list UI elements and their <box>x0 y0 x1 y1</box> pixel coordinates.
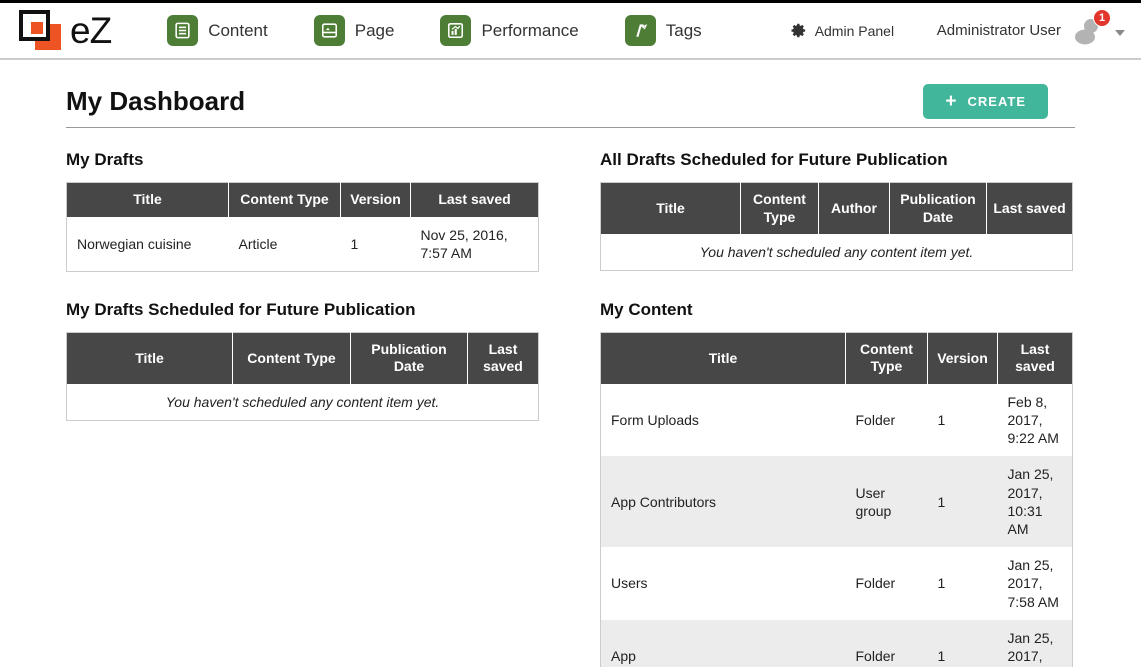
user-menu[interactable]: Administrator User 1 <box>937 16 1125 46</box>
performance-icon <box>440 15 471 46</box>
section-my-drafts: My Drafts Title Content Type Version Las… <box>66 150 539 272</box>
nav-item-label: Performance <box>481 21 578 41</box>
table-header-row: Title Content Type Version Last saved <box>601 332 1073 384</box>
column-header: Content Type <box>741 183 819 235</box>
cell-version: 1 <box>341 217 411 272</box>
nav-item-tags[interactable]: Tags <box>625 15 702 46</box>
cell-title: App Contributors <box>601 456 846 547</box>
column-header: Title <box>601 183 741 235</box>
cell-last-saved: Nov 25, 2016, 7:57 AM <box>411 217 539 272</box>
cell-content-type: Folder <box>846 384 928 457</box>
column-header: Title <box>601 332 846 384</box>
cell-last-saved: Jan 25, 2017, 7:58 AM <box>998 547 1073 620</box>
cell-title: Users <box>601 547 846 620</box>
cell-title: App <box>601 620 846 667</box>
table-header-row: Title Content Type Author Publication Da… <box>601 183 1073 235</box>
cell-version: 1 <box>928 384 998 457</box>
cell-last-saved: Jan 25, 2017, 7:55 AM <box>998 620 1073 667</box>
cell-content-type: Folder <box>846 547 928 620</box>
cell-content-type: Folder <box>846 620 928 667</box>
page-icon <box>314 15 345 46</box>
table-row[interactable]: Users Folder 1 Jan 25, 2017, 7:58 AM <box>601 547 1073 620</box>
chevron-down-icon <box>1115 30 1125 36</box>
empty-row: You haven't scheduled any content item y… <box>601 234 1073 271</box>
plus-icon: + <box>945 95 957 108</box>
my-drafts-table: Title Content Type Version Last saved No… <box>66 182 539 272</box>
cell-title: Norwegian cuisine <box>67 217 229 272</box>
section-all-drafts-scheduled: All Drafts Scheduled for Future Publicat… <box>600 150 1073 271</box>
dashboard-content: My Dashboard + CREATE My Drafts Title Co… <box>0 60 1141 667</box>
cell-last-saved: Feb 8, 2017, 9:22 AM <box>998 384 1073 457</box>
avatar: 1 <box>1071 16 1105 46</box>
column-header: Last saved <box>411 183 539 217</box>
admin-panel-label: Admin Panel <box>815 23 894 39</box>
dashboard-grid: My Drafts Title Content Type Version Las… <box>66 150 1075 667</box>
empty-message: You haven't scheduled any content item y… <box>67 384 539 421</box>
section-title: My Drafts <box>66 150 539 170</box>
main-nav: Content Page Performance Tags <box>167 15 702 46</box>
table-row[interactable]: App Folder 1 Jan 25, 2017, 7:55 AM <box>601 620 1073 667</box>
section-title: My Drafts Scheduled for Future Publicati… <box>66 300 539 320</box>
nav-item-label: Content <box>208 21 268 41</box>
my-content-table: Title Content Type Version Last saved Fo… <box>600 332 1073 667</box>
table-row[interactable]: Norwegian cuisine Article 1 Nov 25, 2016… <box>67 217 539 272</box>
table-row[interactable]: App Contributors User group 1 Jan 25, 20… <box>601 456 1073 547</box>
cell-last-saved: Jan 25, 2017, 10:31 AM <box>998 456 1073 547</box>
column-header: Version <box>341 183 411 217</box>
user-name: Administrator User <box>937 22 1061 39</box>
my-drafts-scheduled-table: Title Content Type Publication Date Last… <box>66 332 539 421</box>
column-header: Title <box>67 332 233 384</box>
page-header: My Dashboard + CREATE <box>66 60 1075 128</box>
column-header: Content Type <box>846 332 928 384</box>
all-drafts-scheduled-table: Title Content Type Author Publication Da… <box>600 182 1073 271</box>
empty-row: You haven't scheduled any content item y… <box>67 384 539 421</box>
cell-content-type: User group <box>846 456 928 547</box>
cell-version: 1 <box>928 620 998 667</box>
nav-item-label: Tags <box>666 21 702 41</box>
column-header: Publication Date <box>351 332 468 384</box>
empty-message: You haven't scheduled any content item y… <box>601 234 1073 271</box>
cell-version: 1 <box>928 456 998 547</box>
ez-logo-text: eZ <box>70 10 111 52</box>
admin-panel-button[interactable]: Admin Panel <box>790 22 894 39</box>
table-header-row: Title Content Type Version Last saved <box>67 183 539 217</box>
table-row[interactable]: Form Uploads Folder 1 Feb 8, 2017, 9:22 … <box>601 384 1073 457</box>
column-header: Author <box>819 183 890 235</box>
gear-icon <box>790 22 807 39</box>
section-my-drafts-scheduled: My Drafts Scheduled for Future Publicati… <box>66 300 539 421</box>
tags-icon <box>625 15 656 46</box>
create-button-label: CREATE <box>968 94 1026 109</box>
nav-item-label: Page <box>355 21 395 41</box>
cell-content-type: Article <box>229 217 341 272</box>
create-button[interactable]: + CREATE <box>923 84 1048 119</box>
column-header: Last saved <box>468 332 539 384</box>
section-title: All Drafts Scheduled for Future Publicat… <box>600 150 1073 170</box>
top-navbar: eZ Content Page Performance Tags <box>0 0 1141 60</box>
column-header: Content Type <box>233 332 351 384</box>
nav-item-content[interactable]: Content <box>167 15 268 46</box>
nav-item-performance[interactable]: Performance <box>440 15 578 46</box>
nav-item-page[interactable]: Page <box>314 15 395 46</box>
notification-badge[interactable]: 1 <box>1093 9 1111 27</box>
cell-title: Form Uploads <box>601 384 846 457</box>
section-my-content: My Content Title Content Type Version La… <box>600 300 1073 667</box>
column-header: Title <box>67 183 229 217</box>
content-icon <box>167 15 198 46</box>
page-title: My Dashboard <box>66 86 245 117</box>
column-header: Content Type <box>229 183 341 217</box>
ez-logo-icon <box>18 9 64 53</box>
table-header-row: Title Content Type Publication Date Last… <box>67 332 539 384</box>
column-header: Version <box>928 332 998 384</box>
column-header: Last saved <box>998 332 1073 384</box>
ez-logo[interactable]: eZ <box>18 9 111 53</box>
cell-version: 1 <box>928 547 998 620</box>
column-header: Publication Date <box>890 183 987 235</box>
section-title: My Content <box>600 300 1073 320</box>
column-header: Last saved <box>987 183 1073 235</box>
